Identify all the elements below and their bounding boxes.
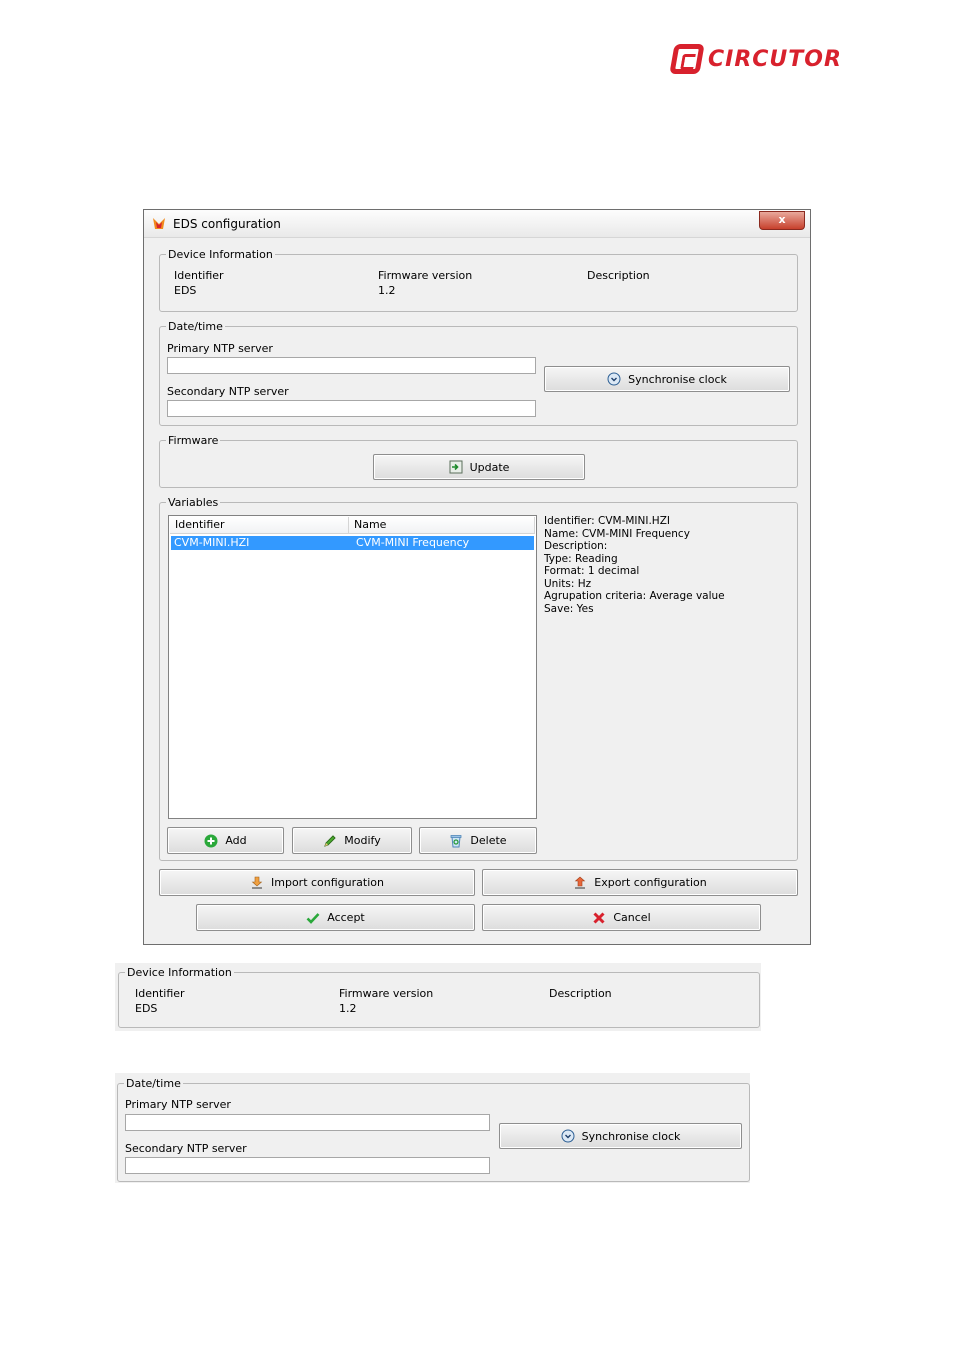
import-configuration-button[interactable]: Import configuration [159, 869, 475, 896]
identifier-header: Identifier [174, 269, 224, 282]
device-information-group: Device Information [159, 248, 798, 312]
import-icon [250, 876, 264, 890]
row-identifier: CVM-MINI.HZI [174, 536, 250, 549]
cancel-button[interactable]: Cancel [482, 904, 761, 931]
export-configuration-button[interactable]: Export configuration [482, 869, 798, 896]
variables-list[interactable]: Identifier Name CVM-MINI.HZI CVM-MINI Fr… [168, 515, 537, 819]
detail-description: Description: [544, 540, 608, 552]
circutor-logo: CIRCUTOR [669, 44, 842, 74]
firmware-legend: Firmware [168, 434, 219, 447]
close-button[interactable]: x [759, 211, 805, 230]
export-icon [573, 876, 587, 890]
zoom-device-information-legend: Device Information [127, 966, 232, 979]
recycle-bin-icon [449, 834, 463, 848]
accept-button[interactable]: Accept [196, 904, 475, 931]
detail-save: Save: Yes [544, 603, 594, 615]
zoom-datetime-legend: Date/time [126, 1077, 181, 1090]
detail-identifier: Identifier: CVM-MINI.HZI [544, 515, 670, 527]
title-bar[interactable]: EDS configuration x [144, 210, 810, 238]
variables-list-row[interactable]: CVM-MINI.HZI CVM-MINI Frequency [171, 536, 534, 550]
accept-label: Accept [327, 911, 365, 924]
firmware-version-header: Firmware version [378, 269, 473, 282]
zoom-firmware-version-value: 1.2 [339, 1002, 357, 1015]
eds-configuration-window: EDS configuration x Device Information I… [143, 209, 811, 945]
detail-name: Name: CVM-MINI Frequency [544, 528, 690, 540]
variables-legend: Variables [168, 496, 219, 509]
zoom-secondary-ntp-label: Secondary NTP server [125, 1142, 247, 1155]
variables-list-header: Identifier Name [170, 517, 535, 534]
identifier-value: EDS [174, 284, 197, 297]
delete-variable-button[interactable]: Delete [419, 827, 537, 854]
secondary-ntp-label: Secondary NTP server [167, 385, 289, 398]
export-configuration-label: Export configuration [594, 876, 707, 889]
clock-icon [561, 1129, 575, 1143]
detail-format: Format: 1 decimal [544, 565, 640, 577]
circutor-logo-mark [669, 44, 705, 74]
primary-ntp-label: Primary NTP server [167, 342, 273, 355]
synchronise-clock-button[interactable]: Synchronise clock [544, 366, 790, 392]
zoom-identifier-value: EDS [135, 1002, 158, 1015]
modify-variable-button[interactable]: Modify [292, 827, 412, 854]
zoom-primary-ntp-input[interactable] [125, 1114, 490, 1131]
datetime-legend: Date/time [168, 320, 223, 333]
primary-ntp-input[interactable] [167, 357, 536, 374]
zoom-device-information-group: Device Information [118, 966, 760, 1028]
checkmark-icon [306, 911, 320, 925]
clock-icon [607, 372, 621, 386]
add-variable-button[interactable]: Add [167, 827, 284, 854]
update-label: Update [469, 460, 510, 474]
close-icon: x [778, 213, 786, 226]
detail-agrupation: Agrupation criteria: Average value [544, 590, 725, 602]
update-firmware-button[interactable]: Update [373, 454, 585, 480]
zoom-synchronise-clock-label: Synchronise clock [581, 1129, 681, 1143]
zoom-device-information-panel: Device Information Identifier Firmware v… [115, 963, 761, 1031]
flame-icon [153, 218, 165, 229]
row-name: CVM-MINI Frequency [356, 536, 470, 549]
zoom-synchronise-clock-button[interactable]: Synchronise clock [499, 1123, 742, 1149]
plus-icon [204, 834, 218, 848]
window-title: EDS configuration [173, 217, 281, 231]
column-header-name[interactable]: Name [349, 517, 535, 533]
modify-label: Modify [344, 834, 381, 847]
secondary-ntp-input[interactable] [167, 400, 536, 417]
device-information-legend: Device Information [168, 248, 273, 261]
firmware-version-value: 1.2 [378, 284, 396, 297]
column-header-identifier[interactable]: Identifier [170, 517, 349, 533]
delete-label: Delete [470, 834, 507, 847]
zoom-identifier-header: Identifier [135, 987, 185, 1000]
red-x-icon [592, 911, 606, 925]
circutor-logo-text: CIRCUTOR [708, 46, 842, 72]
detail-units: Units: Hz [544, 578, 592, 590]
synchronise-clock-label: Synchronise clock [628, 372, 727, 386]
add-label: Add [225, 834, 247, 847]
zoom-secondary-ntp-input[interactable] [125, 1157, 490, 1174]
zoom-datetime-panel: Date/time Primary NTP server Secondary N… [115, 1073, 750, 1183]
detail-type: Type: Reading [544, 553, 618, 565]
zoom-description-header: Description [549, 987, 612, 1000]
cancel-label: Cancel [613, 911, 651, 924]
update-icon [449, 460, 463, 474]
zoom-primary-ntp-label: Primary NTP server [125, 1098, 231, 1111]
description-header: Description [587, 269, 650, 282]
pencil-icon [323, 834, 337, 848]
import-configuration-label: Import configuration [271, 876, 384, 889]
zoom-firmware-version-header: Firmware version [339, 987, 434, 1000]
